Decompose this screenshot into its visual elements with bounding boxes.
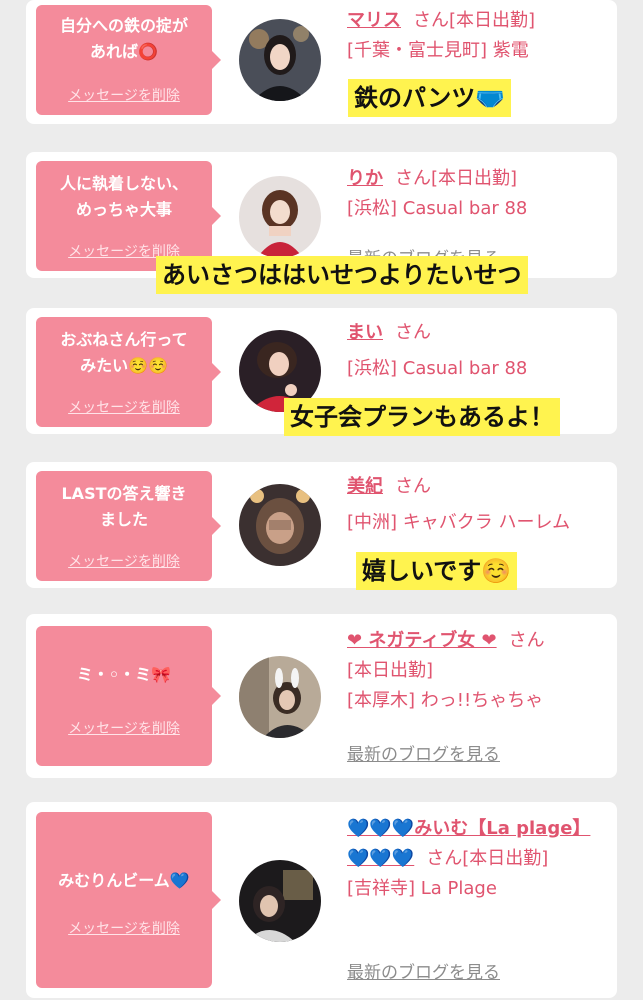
san-label: さん xyxy=(395,476,431,497)
message-text: みむりんビーム💙 xyxy=(58,871,190,890)
cast-info: マリス さん[本日出勤] [千葉・富士見町] 紫電 xyxy=(347,6,607,66)
cast-shop: [吉祥寺] La Plage xyxy=(347,878,497,899)
cast-info: まい さん [浜松] Casual bar 88 xyxy=(347,318,607,384)
san-label: さん xyxy=(395,322,431,343)
cast-name-link[interactable]: マリス xyxy=(347,10,401,31)
message-card: LASTの答え響き ました メッセージを削除 美紀 さん [中洲] キャバクラ ハ… xyxy=(26,462,617,590)
message-text: 自分への鉄の掟が あれば⭕ xyxy=(59,16,188,61)
cast-shop: [浜松] Casual bar 88 xyxy=(347,358,528,379)
delete-message-link[interactable]: メッセージを削除 xyxy=(36,718,212,738)
delete-message-link[interactable]: メッセージを削除 xyxy=(36,397,212,417)
cast-name-link[interactable]: ❤ ネガティブ女 ❤ xyxy=(347,630,497,651)
message-bubble: 自分への鉄の掟が あれば⭕ メッセージを削除 xyxy=(36,5,221,115)
message-bubble: LASTの答え響き ました メッセージを削除 xyxy=(36,471,221,581)
message-card: みむりんビーム💙 メッセージを削除 💙💙💙みいむ【La plage】💙💙💙 さん[… xyxy=(26,802,617,998)
cast-info: 💙💙💙みいむ【La plage】💙💙💙 さん[本日出勤] [吉祥寺] La Pla… xyxy=(347,814,607,904)
cast-info: りか さん[本日出勤] [浜松] Casual bar 88 xyxy=(347,164,607,224)
message-card: ミ・◦・ミ🎀 メッセージを削除 ❤ ネガティブ女 ❤ さん [本日出勤] [本厚木… xyxy=(26,614,617,778)
message-bubble: おぶねさん行って みたい☺️☺️ メッセージを削除 xyxy=(36,317,221,427)
delete-message-link[interactable]: メッセージを削除 xyxy=(36,551,212,571)
san-label: さん xyxy=(395,168,431,189)
cast-name-link[interactable]: まい xyxy=(347,322,383,343)
cast-status: [本日出勤] xyxy=(431,168,518,189)
overlay-caption: 女子会プランもあるよ！ xyxy=(284,398,560,436)
cast-shop: [浜松] Casual bar 88 xyxy=(347,198,528,219)
latest-blog-link[interactable]: 最新のブログを見る xyxy=(347,958,500,983)
overlay-caption: あいさつははいせつよりたいせつ xyxy=(156,256,528,294)
delete-message-link[interactable]: メッセージを削除 xyxy=(36,918,212,938)
message-text: ミ・◦・ミ🎀 xyxy=(76,665,172,684)
message-text: LASTの答え響き ました xyxy=(61,484,187,529)
message-bubble: ミ・◦・ミ🎀 メッセージを削除 xyxy=(36,626,221,766)
cast-shop: [千葉・富士見町] 紫電 xyxy=(347,40,529,61)
cast-shop: [本厚木] わっ!!ちゃちゃ xyxy=(347,690,544,711)
message-card: 人に執着しない、 めっちゃ大事 メッセージを削除 りか さん[本日出勤] [浜松]… xyxy=(26,152,617,294)
cast-status: [本日出勤] xyxy=(449,10,536,31)
cast-status: [本日出勤] xyxy=(462,848,549,869)
cast-avatar[interactable] xyxy=(239,484,321,566)
cast-info: ❤ ネガティブ女 ❤ さん [本日出勤] [本厚木] わっ!!ちゃちゃ xyxy=(347,626,607,716)
latest-blog-link[interactable]: 最新のブログを見る xyxy=(347,740,500,765)
cast-name-link[interactable]: りか xyxy=(347,168,383,189)
message-bubble: 人に執着しない、 めっちゃ大事 メッセージを削除 xyxy=(36,161,221,271)
san-label: さん xyxy=(426,848,463,869)
cast-avatar[interactable] xyxy=(239,176,321,258)
overlay-caption: 嬉しいです☺️ xyxy=(356,552,518,590)
cast-status: [本日出勤] xyxy=(347,660,434,681)
message-text: 人に執着しない、 めっちゃ大事 xyxy=(59,174,188,219)
message-bubble: みむりんビーム💙 メッセージを削除 xyxy=(36,812,221,988)
message-card: 自分への鉄の掟が あれば⭕ メッセージを削除 マリス さん[本日出勤] [千葉・富… xyxy=(26,0,617,124)
message-text: おぶねさん行って みたい☺️☺️ xyxy=(60,330,188,375)
san-label: さん xyxy=(413,10,449,31)
san-label: さん xyxy=(508,630,545,651)
cast-avatar[interactable] xyxy=(239,19,321,101)
message-card: おぶねさん行って みたい☺️☺️ メッセージを削除 まい さん [浜松] Casu… xyxy=(26,308,617,436)
cast-avatar[interactable] xyxy=(239,656,321,738)
cast-avatar[interactable] xyxy=(239,860,321,942)
cast-shop: [中洲] キャバクラ ハーレム xyxy=(347,512,571,533)
cast-name-link[interactable]: 美紀 xyxy=(347,476,383,497)
overlay-caption: 鉄のパンツ🩲 xyxy=(348,79,512,117)
delete-message-link[interactable]: メッセージを削除 xyxy=(36,85,212,105)
cast-info: 美紀 さん [中洲] キャバクラ ハーレム xyxy=(347,472,607,538)
